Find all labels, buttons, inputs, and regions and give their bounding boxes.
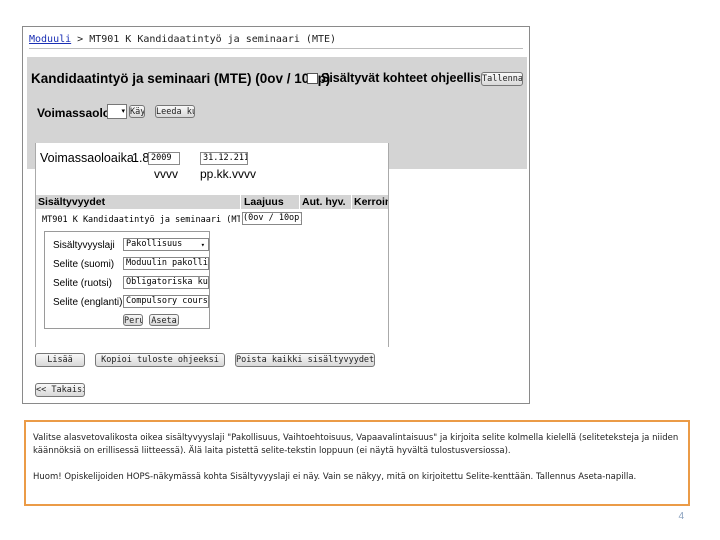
page-number: 4 (678, 511, 684, 522)
bottom-toolbar: Lisää Kopioi tuloste ohjeeksi Poista kai… (35, 353, 525, 367)
content-area: Voimassaoloaika 1.8. 2009 31.12.2112 vvv… (35, 143, 389, 347)
application-screenshot: Moduuli > MT901 K Kandidaatintyö ja semina… (22, 26, 530, 404)
note-paragraph-warning: Huom! Opiskelijoiden HOPS-näkymässä koht… (33, 472, 637, 482)
description-finnish-label: Selite (suomi) (53, 259, 115, 270)
note-paragraph-instructions: Valitse alasvetovalikosta oikea sisältyv… (33, 433, 679, 456)
set-button[interactable]: Aseta (149, 314, 179, 326)
guideline-checkbox[interactable] (307, 73, 318, 84)
dropdown-arrow-icon: ▾ (121, 108, 125, 115)
column-divider (240, 195, 241, 209)
page-title: Kandidaatintyö ja seminaari (MTE) (0ov /… (31, 71, 331, 86)
description-english-label: Selite (englanti) (53, 297, 123, 308)
breadcrumb-separator: > (77, 34, 84, 45)
date-format-hint: pp.kk.vvvv (200, 167, 257, 181)
copy-output-button[interactable]: Kopioi tuloste ohjeeksi (95, 353, 225, 367)
save-button[interactable]: Tallenna (481, 72, 523, 86)
add-button[interactable]: Lisää (35, 353, 85, 367)
inclusion-edit-form: Sisältyvyyslaji Pakollisuus ▾ Selite (su… (44, 231, 210, 329)
guideline-checkbox-label: Sisältyvät kohteet ohjeellisia (321, 71, 481, 85)
column-header-contents: Sisältyvyydet (38, 196, 106, 208)
back-button[interactable]: << Takaisin (35, 383, 85, 397)
column-header-coefficient: Kerroin (354, 196, 388, 208)
cancel-button[interactable]: Peru (123, 314, 143, 326)
column-divider (351, 195, 352, 209)
inclusion-type-select[interactable]: Pakollisuus ▾ (123, 238, 209, 251)
use-filter-button[interactable]: Käytä (129, 105, 145, 118)
validity-period-label: Voimassaoloaika (40, 151, 134, 165)
inclusion-type-value: Pakollisuus (126, 239, 183, 249)
dropdown-arrow-icon: ▾ (200, 241, 205, 249)
breadcrumb: Moduuli > MT901 K Kandidaatintyö ja semina… (29, 31, 523, 49)
description-english-input[interactable]: Compulsory courses of (123, 295, 209, 308)
delete-all-button[interactable]: Poista kaikki sisältyvyydet (235, 353, 375, 367)
breadcrumb-current: MT901 K Kandidaatintyö ja seminaari (MTE… (89, 34, 337, 45)
breadcrumb-module-link[interactable]: Moduuli (29, 34, 71, 45)
column-header-scope: Laajuus (244, 196, 284, 208)
clear-filter-button[interactable]: Leeda kus (155, 105, 195, 118)
description-finnish-input[interactable]: Moduulin pakolliset kurs (123, 257, 209, 270)
contents-table: Sisältyvyydet Laajuus Aut. hyv. Kerroin … (36, 195, 388, 329)
column-divider (299, 195, 300, 209)
description-swedish-label: Selite (ruotsi) (53, 278, 112, 289)
validity-filter-label: Voimassaolo: (37, 106, 115, 120)
validity-end-date-input[interactable]: 31.12.2112 (200, 152, 248, 165)
table-header: Sisältyvyydet Laajuus Aut. hyv. Kerroin (36, 195, 388, 209)
validity-start-year-input[interactable]: 2009 (148, 152, 180, 165)
title-row: Kandidaatintyö ja seminaari (MTE) (0ov /… (31, 69, 523, 89)
year-format-hint: vvvv (154, 167, 178, 181)
inclusion-type-label: Sisältyvyyslaji (53, 240, 115, 251)
column-header-approved: Aut. hyv. (302, 196, 346, 208)
table-row-scope: (0ov / 10op) (242, 212, 302, 225)
validity-filter-select[interactable]: ▾ (107, 104, 127, 119)
description-swedish-input[interactable]: Obligatoriska kurser i m (123, 276, 209, 289)
table-row-name: MT901 K Kandidaatintyö ja seminaari (MTE… (42, 215, 240, 225)
instruction-note: Valitse alasvetovalikosta oikea sisältyv… (24, 420, 690, 506)
